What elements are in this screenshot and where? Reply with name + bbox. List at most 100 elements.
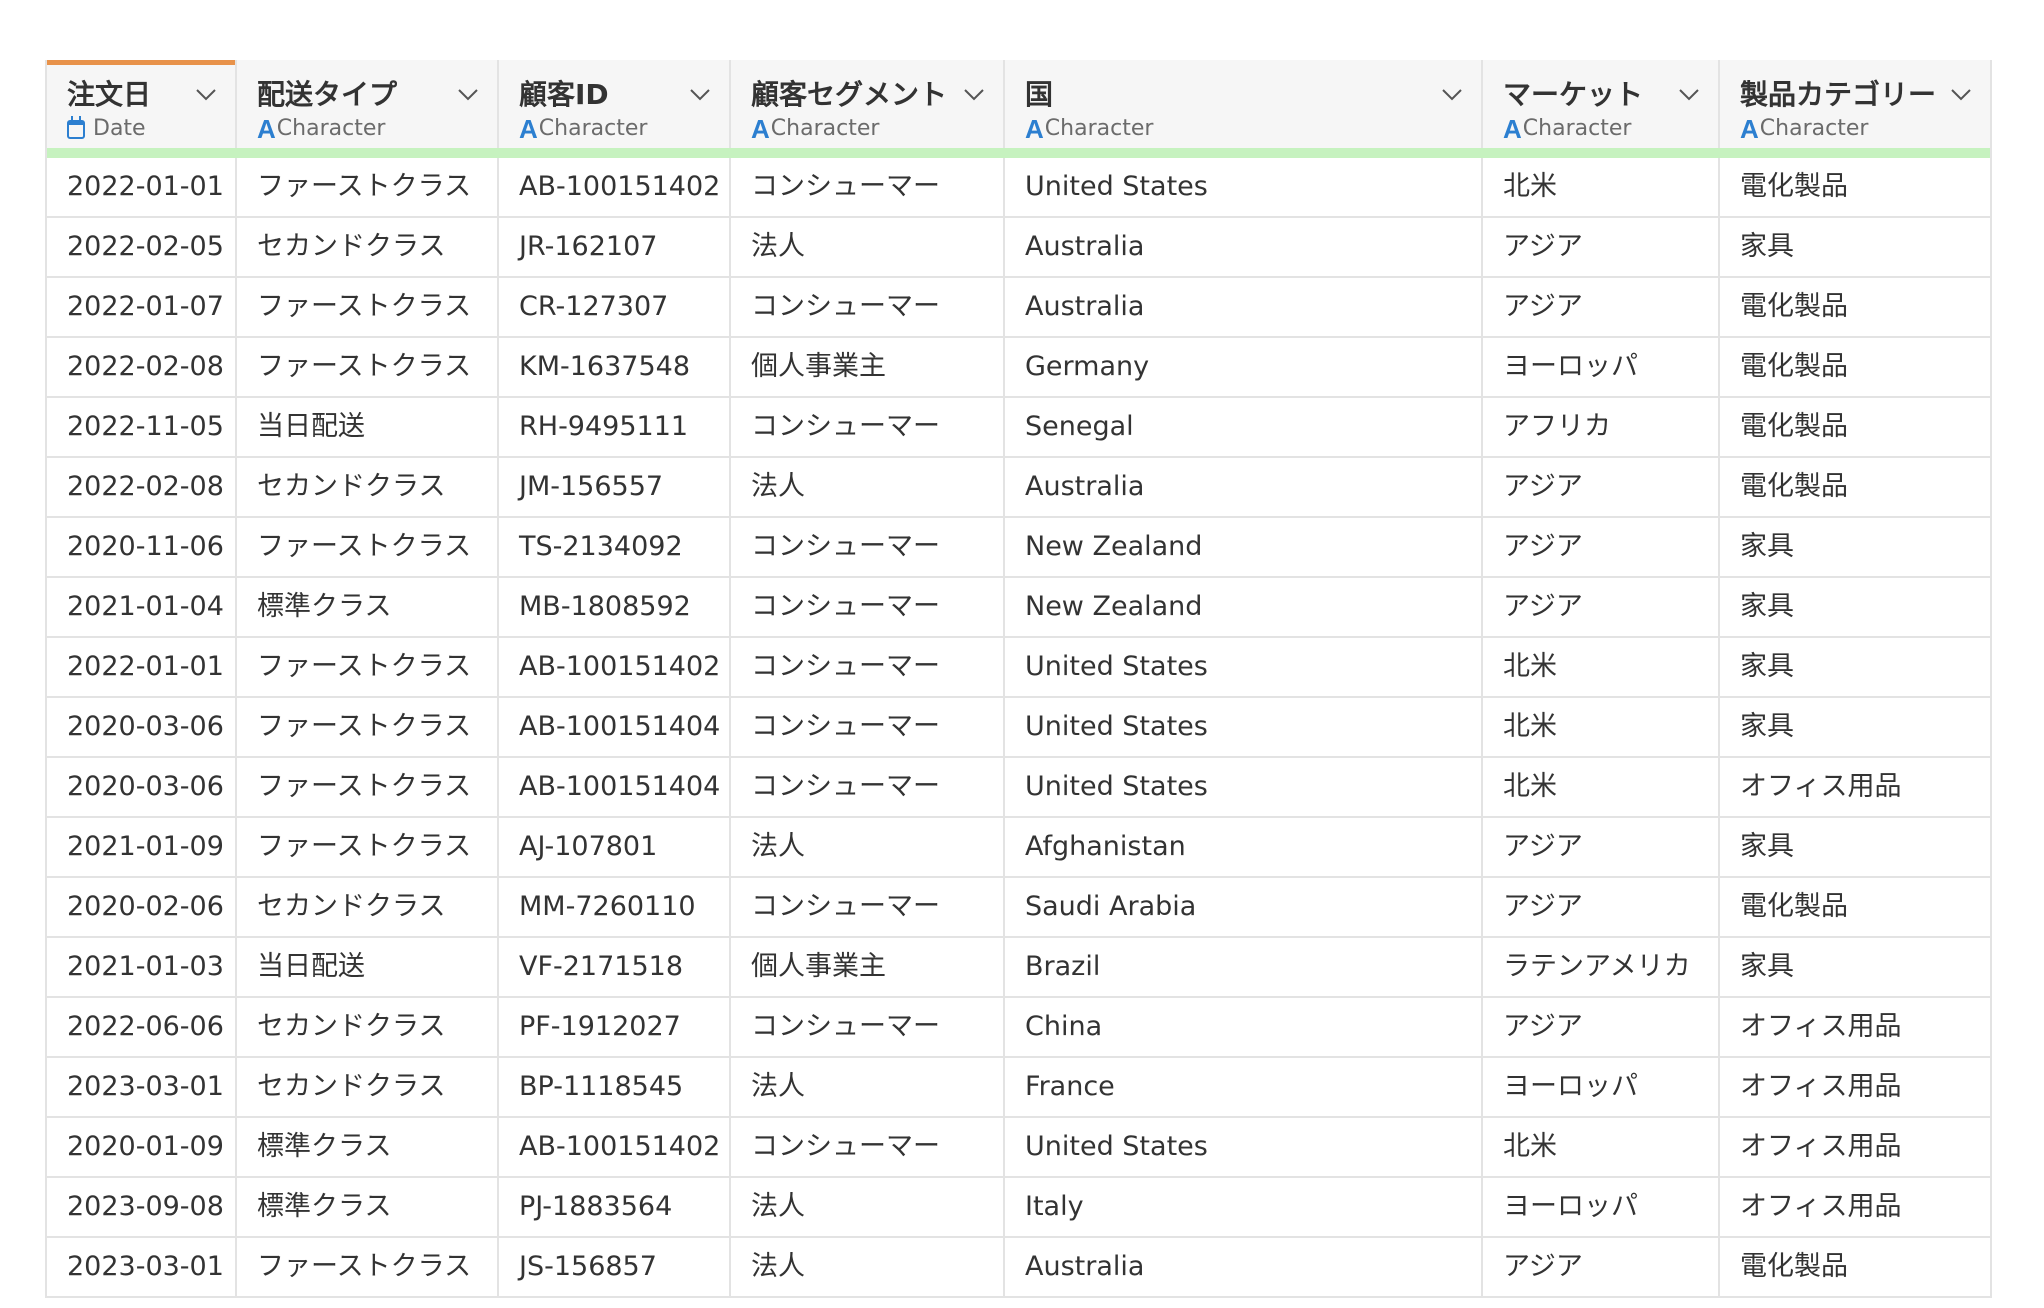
customer-segment-cell[interactable]: 法人 (731, 458, 1005, 516)
table-row[interactable]: 2022-02-05 セカンドクラス JR-162107 法人 Australia アジア… (47, 218, 1990, 278)
column-header-customer-segment[interactable]: 顧客セグメント A Character (731, 60, 1005, 148)
country-cell[interactable]: Saudi Arabia (1005, 878, 1483, 936)
order-date-cell[interactable]: 2020-01-09 (47, 1118, 237, 1176)
customer-id-cell[interactable]: CR-127307 (499, 278, 731, 336)
table-row[interactable]: 2023-09-08 標準クラス PJ-1883564 法人 Italy ヨーロッパ オフィ… (47, 1178, 1990, 1238)
chevron-down-icon[interactable] (1678, 88, 1700, 102)
shipping-type-cell[interactable]: セカンドクラス (237, 218, 499, 276)
order-date-cell[interactable]: 2020-11-06 (47, 518, 237, 576)
shipping-type-cell[interactable]: ファーストクラス (237, 818, 499, 876)
shipping-type-cell[interactable]: ファーストクラス (237, 638, 499, 696)
product-category-cell[interactable]: 家具 (1720, 938, 1990, 996)
customer-segment-cell[interactable]: 法人 (731, 1178, 1005, 1236)
order-date-cell[interactable]: 2023-09-08 (47, 1178, 237, 1236)
country-cell[interactable]: Brazil (1005, 938, 1483, 996)
chevron-down-icon[interactable] (963, 88, 985, 102)
customer-segment-cell[interactable]: 法人 (731, 1058, 1005, 1116)
product-category-cell[interactable]: 家具 (1720, 578, 1990, 636)
table-row[interactable]: 2022-11-05 当日配送 RH-9495111 コンシューマー Senegal アフ… (47, 398, 1990, 458)
customer-segment-cell[interactable]: コンシューマー (731, 398, 1005, 456)
customer-id-cell[interactable]: RH-9495111 (499, 398, 731, 456)
shipping-type-cell[interactable]: 当日配送 (237, 938, 499, 996)
product-category-cell[interactable]: オフィス用品 (1720, 1118, 1990, 1176)
customer-id-cell[interactable]: JR-162107 (499, 218, 731, 276)
product-category-cell[interactable]: オフィス用品 (1720, 1178, 1990, 1236)
customer-segment-cell[interactable]: コンシューマー (731, 698, 1005, 756)
column-header-customer-id[interactable]: 顧客ID A Character (499, 60, 731, 148)
order-date-cell[interactable]: 2022-01-01 (47, 158, 237, 216)
customer-id-cell[interactable]: VF-2171518 (499, 938, 731, 996)
table-row[interactable]: 2020-11-06 ファーストクラス TS-2134092 コンシューマー New Z… (47, 518, 1990, 578)
chevron-down-icon[interactable] (195, 88, 217, 102)
country-cell[interactable]: United States (1005, 1118, 1483, 1176)
customer-id-cell[interactable]: PJ-1883564 (499, 1178, 731, 1236)
customer-id-cell[interactable]: JM-156557 (499, 458, 731, 516)
shipping-type-cell[interactable]: 標準クラス (237, 578, 499, 636)
customer-segment-cell[interactable]: 法人 (731, 818, 1005, 876)
customer-segment-cell[interactable]: コンシューマー (731, 578, 1005, 636)
table-row[interactable]: 2020-03-06 ファーストクラス AB-100151404 コンシューマー Uni… (47, 758, 1990, 818)
customer-id-cell[interactable]: MB-1808592 (499, 578, 731, 636)
chevron-down-icon[interactable] (1441, 88, 1463, 102)
product-category-cell[interactable]: 家具 (1720, 518, 1990, 576)
shipping-type-cell[interactable]: ファーストクラス (237, 758, 499, 816)
customer-id-cell[interactable]: JS-156857 (499, 1238, 731, 1296)
customer-id-cell[interactable]: MM-7260110 (499, 878, 731, 936)
shipping-type-cell[interactable]: ファーストクラス (237, 518, 499, 576)
order-date-cell[interactable]: 2020-03-06 (47, 758, 237, 816)
market-cell[interactable]: アジア (1483, 458, 1720, 516)
table-row[interactable]: 2022-02-08 セカンドクラス JM-156557 法人 Australia アジア… (47, 458, 1990, 518)
product-category-cell[interactable]: 電化製品 (1720, 278, 1990, 336)
market-cell[interactable]: アジア (1483, 218, 1720, 276)
shipping-type-cell[interactable]: ファーストクラス (237, 698, 499, 756)
product-category-cell[interactable]: 家具 (1720, 698, 1990, 756)
country-cell[interactable]: Australia (1005, 218, 1483, 276)
shipping-type-cell[interactable]: 標準クラス (237, 1118, 499, 1176)
market-cell[interactable]: 北米 (1483, 1118, 1720, 1176)
country-cell[interactable]: United States (1005, 638, 1483, 696)
market-cell[interactable]: 北米 (1483, 158, 1720, 216)
country-cell[interactable]: Germany (1005, 338, 1483, 396)
table-row[interactable]: 2023-03-01 セカンドクラス BP-1118545 法人 France ヨーロッパ… (47, 1058, 1990, 1118)
table-row[interactable]: 2020-02-06 セカンドクラス MM-7260110 コンシューマー Saudi … (47, 878, 1990, 938)
market-cell[interactable]: 北米 (1483, 698, 1720, 756)
product-category-cell[interactable]: オフィス用品 (1720, 758, 1990, 816)
market-cell[interactable]: ヨーロッパ (1483, 1058, 1720, 1116)
country-cell[interactable]: Italy (1005, 1178, 1483, 1236)
product-category-cell[interactable]: オフィス用品 (1720, 998, 1990, 1056)
customer-id-cell[interactable]: TS-2134092 (499, 518, 731, 576)
market-cell[interactable]: アジア (1483, 518, 1720, 576)
country-cell[interactable]: New Zealand (1005, 578, 1483, 636)
chevron-down-icon[interactable] (1950, 88, 1972, 102)
customer-id-cell[interactable]: BP-1118545 (499, 1058, 731, 1116)
order-date-cell[interactable]: 2023-03-01 (47, 1058, 237, 1116)
customer-segment-cell[interactable]: コンシューマー (731, 638, 1005, 696)
customer-segment-cell[interactable]: コンシューマー (731, 758, 1005, 816)
table-row[interactable]: 2021-01-09 ファーストクラス AJ-107801 法人 Afghanistan… (47, 818, 1990, 878)
shipping-type-cell[interactable]: セカンドクラス (237, 458, 499, 516)
table-row[interactable]: 2020-01-09 標準クラス AB-100151402 コンシューマー United… (47, 1118, 1990, 1178)
order-date-cell[interactable]: 2021-01-09 (47, 818, 237, 876)
product-category-cell[interactable]: 電化製品 (1720, 878, 1990, 936)
customer-id-cell[interactable]: AB-100151404 (499, 698, 731, 756)
table-row[interactable]: 2022-01-01 ファーストクラス AB-100151402 コンシューマー Uni… (47, 638, 1990, 698)
customer-id-cell[interactable]: KM-1637548 (499, 338, 731, 396)
customer-segment-cell[interactable]: コンシューマー (731, 278, 1005, 336)
product-category-cell[interactable]: オフィス用品 (1720, 1058, 1990, 1116)
customer-segment-cell[interactable]: 法人 (731, 1238, 1005, 1296)
market-cell[interactable]: アフリカ (1483, 398, 1720, 456)
product-category-cell[interactable]: 家具 (1720, 218, 1990, 276)
market-cell[interactable]: アジア (1483, 1238, 1720, 1296)
table-row[interactable]: 2021-01-04 標準クラス MB-1808592 コンシューマー New Zeal… (47, 578, 1990, 638)
column-header-product-category[interactable]: 製品カテゴリー A Character (1720, 60, 1990, 148)
country-cell[interactable]: Afghanistan (1005, 818, 1483, 876)
table-row[interactable]: 2020-03-06 ファーストクラス AB-100151404 コンシューマー Uni… (47, 698, 1990, 758)
product-category-cell[interactable]: 家具 (1720, 818, 1990, 876)
customer-segment-cell[interactable]: コンシューマー (731, 878, 1005, 936)
order-date-cell[interactable]: 2020-02-06 (47, 878, 237, 936)
column-header-market[interactable]: マーケット A Character (1483, 60, 1720, 148)
customer-id-cell[interactable]: PF-1912027 (499, 998, 731, 1056)
country-cell[interactable]: New Zealand (1005, 518, 1483, 576)
country-cell[interactable]: United States (1005, 758, 1483, 816)
market-cell[interactable]: 北米 (1483, 638, 1720, 696)
